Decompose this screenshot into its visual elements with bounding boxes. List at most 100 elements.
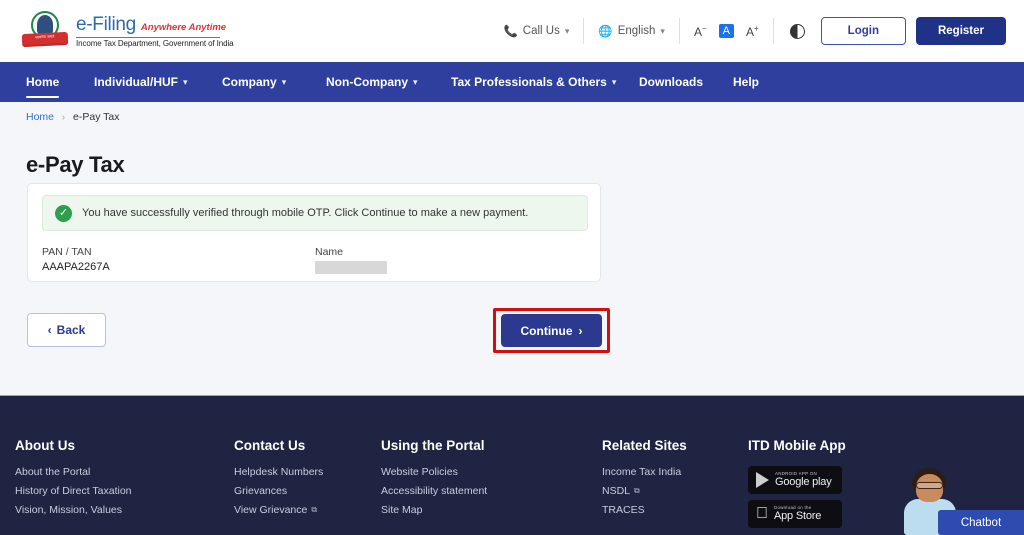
- globe-icon: 🌐: [598, 24, 612, 38]
- language-label: English: [618, 25, 656, 37]
- nav-item-help[interactable]: Help: [733, 62, 759, 102]
- badge-title: App Store: [774, 511, 821, 523]
- nav-item-label: Help: [733, 75, 759, 89]
- badge-title: Google play: [775, 477, 832, 489]
- continue-button-highlight: Continue ›: [493, 308, 610, 353]
- footer-column-using-the-portal: Using the Portal Website Policies Accessib…: [381, 438, 487, 523]
- footer-link[interactable]: Accessibility statement: [381, 485, 487, 497]
- nav-item-tax-professionals-others[interactable]: Tax Professionals & Others▾: [451, 62, 616, 102]
- footer-column-about-us: About Us About the Portal History of Direc…: [15, 438, 132, 523]
- footer-column-itd-mobile-app: ITD Mobile App ANDROID APP ONGoogle play …: [748, 438, 846, 534]
- font-normal-button[interactable]: A: [719, 24, 734, 38]
- nav-item-individual-huf[interactable]: Individual/HUF ▾: [94, 62, 188, 102]
- chevron-down-icon: ▾: [612, 77, 617, 88]
- field-value-redacted: [315, 261, 387, 274]
- site-logo[interactable]: सत्यमेव जयते e-Filing Anywhere Anytime I…: [22, 10, 234, 52]
- page-title: e-Pay Tax: [26, 152, 124, 178]
- field-pan-tan: PAN / TAN AAAPA2267A: [42, 246, 315, 274]
- footer-link-label: TRACES: [602, 504, 645, 516]
- india-emblem-icon: सत्यमेव जयते: [22, 10, 68, 52]
- brand-name: e-Filing: [76, 14, 136, 36]
- success-alert-message: You have successfully verified through m…: [82, 207, 528, 219]
- breadcrumb-home-link[interactable]: Home: [26, 111, 54, 123]
- footer-link-label: Vision, Mission, Values: [15, 504, 122, 516]
- badge-text: ANDROID APP ONGoogle play: [775, 472, 832, 488]
- chevron-left-icon: ‹: [48, 323, 52, 337]
- main-navigation: HomeIndividual/HUF▾Company▾Non-Company▾T…: [0, 62, 1024, 102]
- success-alert: ✓ You have successfully verified through…: [42, 195, 588, 231]
- site-footer: About Us About the Portal History of Direc…: [0, 395, 1024, 535]
- field-label: Name: [315, 246, 588, 258]
- brand-department: Income Tax Department, Government of Ind…: [76, 39, 234, 48]
- footer-link-label: Helpdesk Numbers: [234, 466, 323, 478]
- badge-text: Download on theApp Store: [774, 506, 821, 522]
- brand-divider: [76, 37, 220, 39]
- chevron-down-icon: ▾: [413, 77, 418, 88]
- footer-link-label: View Grievance: [234, 504, 307, 516]
- language-selector[interactable]: 🌐 English ▾: [584, 24, 679, 38]
- epay-tax-page: सत्यमेव जयते e-Filing Anywhere Anytime I…: [0, 0, 1024, 535]
- chevron-down-icon: ▾: [282, 77, 287, 88]
- back-button-label: Back: [57, 323, 86, 337]
- nav-item-label: Individual/HUF: [94, 75, 178, 89]
- footer-column-heading: Using the Portal: [381, 438, 487, 453]
- footer-link[interactable]: Income Tax India: [602, 466, 687, 478]
- app-store-badge[interactable]:  Download on theApp Store: [748, 500, 842, 528]
- nav-item-label: Downloads: [639, 75, 703, 89]
- footer-link[interactable]: History of Direct Taxation: [15, 485, 132, 497]
- nav-item-label: Home: [26, 75, 59, 89]
- font-decrease-button[interactable]: A−: [694, 24, 707, 39]
- verification-card: ✓ You have successfully verified through…: [27, 183, 601, 282]
- call-us-menu[interactable]: 📞 Call Us ▾: [489, 24, 583, 38]
- footer-column-heading: ITD Mobile App: [748, 438, 846, 453]
- footer-link[interactable]: NSDL⧉: [602, 485, 687, 497]
- register-button[interactable]: Register: [916, 17, 1006, 45]
- footer-link[interactable]: Helpdesk Numbers: [234, 466, 323, 478]
- nav-item-label: Non-Company: [326, 75, 408, 89]
- footer-column-heading: Related Sites: [602, 438, 687, 453]
- footer-link-label: Website Policies: [381, 466, 458, 478]
- nav-item-company[interactable]: Company ▾: [222, 62, 286, 102]
- field-label: PAN / TAN: [42, 246, 315, 258]
- footer-link[interactable]: TRACES: [602, 504, 687, 516]
- chevron-down-icon: ▾: [183, 77, 188, 88]
- phone-icon: 📞: [503, 24, 517, 38]
- chatbot-widget[interactable]: Chatbot: [900, 466, 1024, 535]
- footer-column-heading: About Us: [15, 438, 132, 453]
- chatbot-button[interactable]: Chatbot: [938, 510, 1024, 535]
- footer-link[interactable]: About the Portal: [15, 466, 132, 478]
- field-value: AAAPA2267A: [42, 261, 315, 273]
- continue-button[interactable]: Continue ›: [501, 314, 602, 347]
- footer-column-contact-us: Contact Us Helpdesk Numbers Grievances View…: [234, 438, 323, 523]
- contrast-toggle-icon[interactable]: [790, 24, 805, 39]
- divider: [773, 18, 774, 44]
- external-link-icon: ⧉: [311, 505, 317, 515]
- nav-item-home[interactable]: Home: [26, 62, 59, 102]
- footer-column-heading: Contact Us: [234, 438, 323, 453]
- check-circle-icon: ✓: [55, 205, 72, 222]
- footer-link[interactable]: Grievances: [234, 485, 323, 497]
- footer-link-label: Site Map: [381, 504, 422, 516]
- footer-link[interactable]: Vision, Mission, Values: [15, 504, 132, 516]
- nav-item-downloads[interactable]: Downloads: [639, 62, 703, 102]
- apple-icon: : [756, 506, 768, 522]
- breadcrumb: Home › e-Pay Tax: [26, 111, 120, 123]
- login-button[interactable]: Login: [821, 17, 906, 45]
- chevron-down-icon: ▾: [660, 26, 665, 37]
- google-play-icon: [756, 472, 769, 488]
- back-button[interactable]: ‹ Back: [27, 313, 106, 347]
- footer-column-related-sites: Related Sites Income Tax India NSDL⧉ TRACES: [602, 438, 687, 523]
- footer-link[interactable]: View Grievance ⧉: [234, 504, 323, 516]
- taxpayer-details: PAN / TAN AAAPA2267AName: [42, 246, 588, 274]
- google-play-badge[interactable]: ANDROID APP ONGoogle play: [748, 466, 842, 494]
- nav-item-label: Company: [222, 75, 277, 89]
- nav-item-non-company[interactable]: Non-Company ▾: [326, 62, 418, 102]
- footer-link-label: NSDL: [602, 485, 630, 497]
- footer-link[interactable]: Site Map: [381, 504, 487, 516]
- footer-link-label: Grievances: [234, 485, 287, 497]
- footer-link[interactable]: Website Policies: [381, 466, 487, 478]
- font-increase-button[interactable]: A+: [746, 24, 759, 39]
- footer-link-label: History of Direct Taxation: [15, 485, 132, 497]
- footer-link-label: Income Tax India: [602, 466, 681, 478]
- breadcrumb-separator: ›: [62, 112, 65, 122]
